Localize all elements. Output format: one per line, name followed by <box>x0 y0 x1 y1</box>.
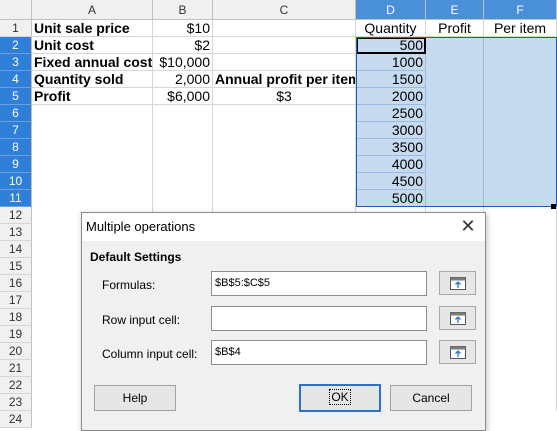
cell-b5[interactable]: $6,000 <box>153 88 213 105</box>
cell-c2[interactable] <box>213 37 356 54</box>
row-header-6[interactable]: 6 <box>0 105 32 122</box>
cancel-button[interactable]: Cancel <box>390 385 472 411</box>
cell-a3[interactable]: Fixed annual cost <box>32 54 153 71</box>
row-header-24[interactable]: 24 <box>0 411 32 428</box>
cell-d11[interactable]: 5000 <box>356 190 426 207</box>
row-header-22[interactable]: 22 <box>0 377 32 394</box>
section-heading: Default Settings <box>90 250 182 264</box>
cell-a4[interactable]: Quantity sold <box>32 71 153 88</box>
column-header-d[interactable]: D <box>356 0 426 20</box>
row-input-shrink-button[interactable] <box>439 306 476 330</box>
column-header-f[interactable]: F <box>484 0 557 20</box>
row-header-1[interactable]: 1 <box>0 20 32 37</box>
shrink-icon <box>450 346 466 359</box>
row-header-16[interactable]: 16 <box>0 275 32 292</box>
selected-range-e[interactable] <box>426 37 484 207</box>
row-header-8[interactable]: 8 <box>0 139 32 156</box>
cell-b3[interactable]: $10,000 <box>153 54 213 71</box>
row-header-20[interactable]: 20 <box>0 343 32 360</box>
row-header-19[interactable]: 19 <box>0 326 32 343</box>
column-input-shrink-button[interactable] <box>439 340 476 364</box>
cell-d7[interactable]: 3000 <box>356 122 426 139</box>
column-header-b[interactable]: B <box>153 0 213 20</box>
cell-d8[interactable]: 3500 <box>356 139 426 156</box>
cell-d5[interactable]: 2000 <box>356 88 426 105</box>
row-header-12[interactable]: 12 <box>0 207 32 224</box>
row-header-23[interactable]: 23 <box>0 394 32 411</box>
select-all-corner[interactable] <box>0 0 32 20</box>
row-header-3[interactable]: 3 <box>0 54 32 71</box>
empty-cells-f[interactable] <box>484 207 557 411</box>
autofill-handle[interactable] <box>551 204 556 209</box>
row-header-14[interactable]: 14 <box>0 241 32 258</box>
help-button[interactable]: Help <box>94 385 176 411</box>
cell-f1[interactable]: Per item <box>484 20 557 37</box>
cell-c1[interactable] <box>213 20 356 37</box>
column-header-e[interactable]: E <box>426 0 484 20</box>
cell-d9[interactable]: 4000 <box>356 156 426 173</box>
cell-c3[interactable] <box>213 54 356 71</box>
cell-b2[interactable]: $2 <box>153 37 213 54</box>
row-header-21[interactable]: 21 <box>0 360 32 377</box>
column-header-a[interactable]: A <box>32 0 153 20</box>
column-header-c[interactable]: C <box>213 0 356 20</box>
column-input-field[interactable]: $B$4 <box>211 340 427 365</box>
shrink-icon <box>450 277 466 290</box>
cell-c5[interactable]: $3 <box>213 88 356 105</box>
column-input-label: Column input cell: <box>102 347 198 361</box>
cell-d3[interactable]: 1000 <box>356 54 426 71</box>
row-header-2[interactable]: 2 <box>0 37 32 54</box>
row-input-field[interactable] <box>211 306 427 331</box>
ok-button[interactable]: OK <box>299 384 381 412</box>
ok-button-label: OK <box>329 389 351 405</box>
cell-a2[interactable]: Unit cost <box>32 37 153 54</box>
cell-d4[interactable]: 1500 <box>356 71 426 88</box>
cell-a1[interactable]: Unit sale price <box>32 20 153 37</box>
row-header-4[interactable]: 4 <box>0 71 32 88</box>
cell-a5[interactable]: Profit <box>32 88 153 105</box>
cell-d2[interactable]: 500 <box>356 37 426 54</box>
cell-b4[interactable]: 2,000 <box>153 71 213 88</box>
cell-d6[interactable]: 2500 <box>356 105 426 122</box>
selected-range-f[interactable] <box>484 37 557 207</box>
row-header-7[interactable]: 7 <box>0 122 32 139</box>
close-icon[interactable]: ✕ <box>457 215 479 237</box>
row-header-17[interactable]: 17 <box>0 292 32 309</box>
row-header-11[interactable]: 11 <box>0 190 32 207</box>
cell-e1[interactable]: Profit <box>426 20 484 37</box>
dialog-titlebar[interactable]: Multiple operations ✕ <box>82 213 485 241</box>
dialog-title: Multiple operations <box>86 219 196 234</box>
cell-b1[interactable]: $10 <box>153 20 213 37</box>
multiple-operations-dialog: Multiple operations ✕ Default Settings F… <box>81 212 486 431</box>
help-button-label: Help <box>122 391 148 405</box>
cell-d10[interactable]: 4500 <box>356 173 426 190</box>
cell-c4[interactable]: Annual profit per item <box>213 71 356 88</box>
row-header-18[interactable]: 18 <box>0 309 32 326</box>
row-header-15[interactable]: 15 <box>0 258 32 275</box>
cancel-button-label: Cancel <box>412 391 450 405</box>
row-header-10[interactable]: 10 <box>0 173 32 190</box>
row-input-label: Row input cell: <box>102 313 181 327</box>
row-header-5[interactable]: 5 <box>0 88 32 105</box>
row-header-9[interactable]: 9 <box>0 156 32 173</box>
cell-d1[interactable]: Quantity <box>356 20 426 37</box>
formulas-label: Formulas: <box>102 278 156 292</box>
row-header-13[interactable]: 13 <box>0 224 32 241</box>
shrink-icon <box>450 312 466 325</box>
formulas-field[interactable]: $B$5:$C$5 <box>211 271 427 296</box>
formulas-shrink-button[interactable] <box>439 271 476 295</box>
